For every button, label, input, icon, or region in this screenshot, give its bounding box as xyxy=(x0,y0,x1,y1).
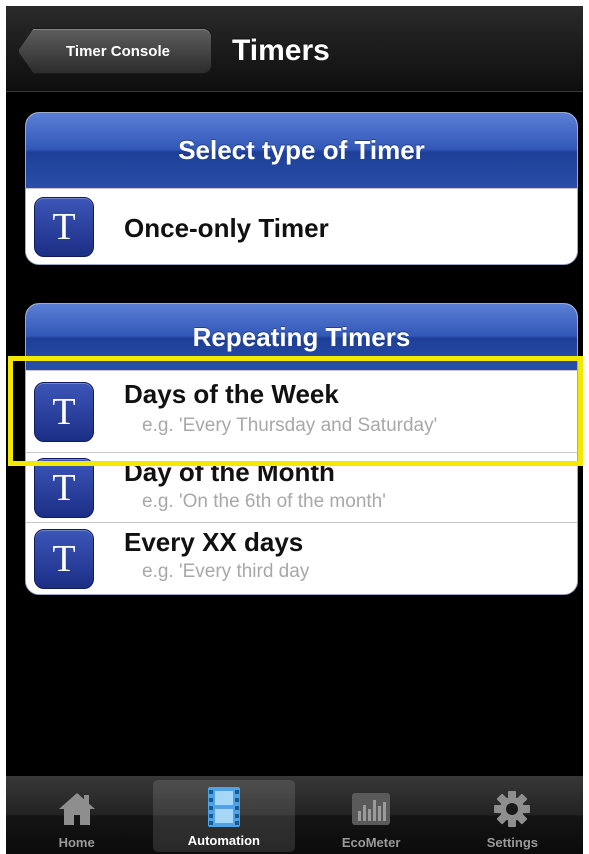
tab-home[interactable]: Home xyxy=(6,776,147,854)
row-subtitle: e.g. 'Every Thursday and Saturday' xyxy=(142,415,438,436)
gear-icon xyxy=(490,789,534,829)
row-every-xx-days[interactable]: T Every XX days e.g. 'Every third day xyxy=(26,522,577,594)
page-title: Timers xyxy=(232,34,330,67)
timer-t-icon: T xyxy=(34,196,94,257)
tab-settings[interactable]: Settings xyxy=(442,776,583,854)
repeating-timers-group: Repeating Timers T Days of the Week e.g.… xyxy=(25,303,578,595)
tab-bar: Home Automation EcoMeter Settings xyxy=(6,776,583,854)
tab-label: Settings xyxy=(486,835,539,850)
tab-label: Automation xyxy=(187,833,260,848)
film-icon xyxy=(202,787,246,827)
row-title: Day of the Month xyxy=(124,457,335,487)
timer-t-icon: T xyxy=(34,528,94,589)
row-subtitle: e.g. 'Every third day xyxy=(142,561,310,582)
timer-t-icon: T xyxy=(34,457,94,518)
tab-label: Home xyxy=(58,835,95,850)
row-days-of-week[interactable]: T Days of the Week e.g. 'Every Thursday … xyxy=(26,370,577,452)
navigation-bar: Timer Console Timers xyxy=(6,6,583,92)
row-title: Once-only Timer xyxy=(124,213,329,243)
row-subtitle: e.g. 'On the 6th of the month' xyxy=(142,491,386,512)
tab-label: EcoMeter xyxy=(341,835,401,850)
row-day-of-month[interactable]: T Day of the Month e.g. 'On the 6th of t… xyxy=(26,452,577,522)
home-icon xyxy=(55,789,99,829)
group-header-repeating: Repeating Timers xyxy=(26,304,577,370)
timer-type-group: Select type of Timer T Once-only Timer xyxy=(25,112,578,265)
timer-t-icon: T xyxy=(34,381,94,442)
back-button-label: Timer Console xyxy=(66,42,170,60)
app-screen: Timer Console Timers Select type of Time… xyxy=(6,6,583,854)
tab-automation[interactable]: Automation xyxy=(153,780,295,852)
row-title: Every XX days xyxy=(124,527,304,557)
group-header-select-type: Select type of Timer xyxy=(26,113,577,188)
row-title: Days of the Week xyxy=(124,379,339,409)
bar-chart-icon xyxy=(349,789,393,829)
back-button[interactable]: Timer Console xyxy=(18,28,212,74)
row-once-only-timer[interactable]: T Once-only Timer xyxy=(26,188,577,264)
tab-ecometer[interactable]: EcoMeter xyxy=(301,776,442,854)
